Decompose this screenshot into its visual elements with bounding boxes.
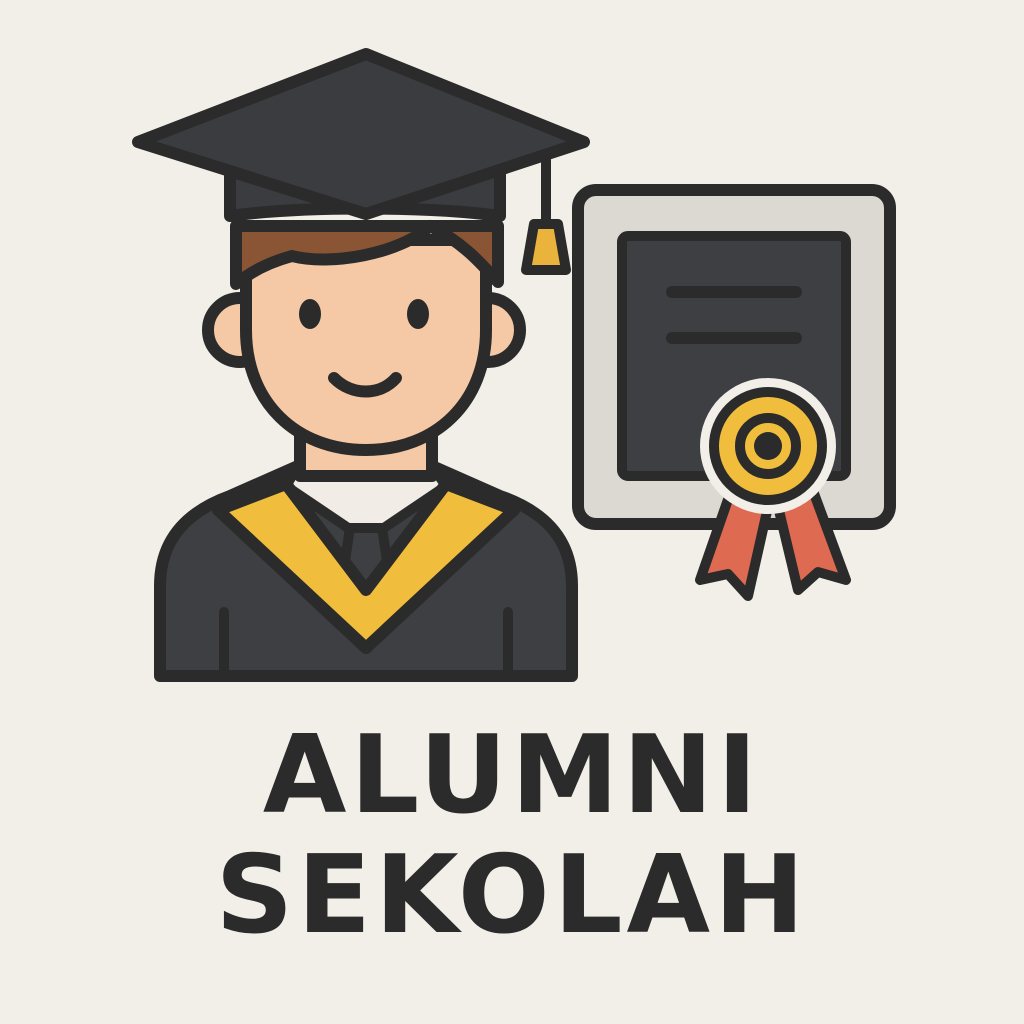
caption-line-2: SEKOLAH	[215, 833, 809, 958]
seal-center	[754, 432, 782, 460]
tassel	[521, 219, 571, 275]
award-seal-icon	[700, 378, 836, 514]
eye-right	[407, 299, 429, 329]
caption-line-1: ALUMNI	[262, 713, 762, 838]
alumni-illustration-page: { "caption": { "line1": "ALUMNI", "line2…	[0, 0, 1024, 1024]
face	[240, 234, 492, 456]
eye-left	[299, 299, 321, 329]
